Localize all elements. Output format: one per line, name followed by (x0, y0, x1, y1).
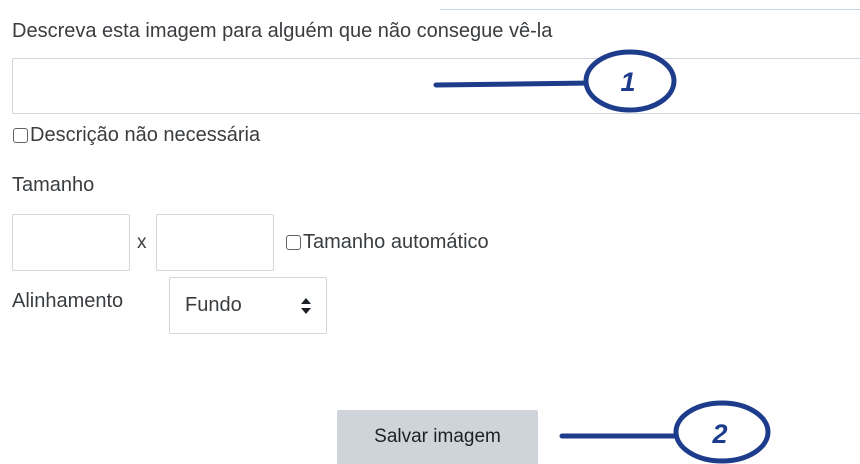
auto-size-label: Tamanho automático (303, 231, 489, 253)
auto-size-checkbox-row[interactable]: Tamanho automático (286, 231, 489, 254)
height-input[interactable] (156, 214, 274, 271)
alignment-selected-value: Fundo (185, 294, 242, 316)
select-arrows-icon (301, 298, 311, 314)
alignment-label: Alinhamento (12, 290, 124, 312)
no-description-checkbox[interactable] (13, 128, 28, 143)
size-separator: x (137, 232, 147, 253)
annotation-number-2: 2 (711, 419, 727, 449)
description-label: Descreva esta imagem para alguém que não… (12, 20, 553, 42)
alignment-select[interactable]: Fundo (169, 277, 327, 334)
annotation-marker-2: 2 (559, 400, 771, 464)
width-input[interactable] (12, 214, 130, 271)
auto-size-checkbox[interactable] (286, 235, 301, 250)
no-description-checkbox-row[interactable]: Descrição não necessária (13, 124, 260, 147)
annotation-circle-2 (673, 400, 771, 464)
size-label: Tamanho (12, 174, 95, 196)
top-divider (440, 9, 860, 10)
no-description-label: Descrição não necessária (30, 124, 261, 146)
image-description-input[interactable] (12, 58, 860, 114)
save-image-button[interactable]: Salvar imagem (337, 410, 538, 464)
